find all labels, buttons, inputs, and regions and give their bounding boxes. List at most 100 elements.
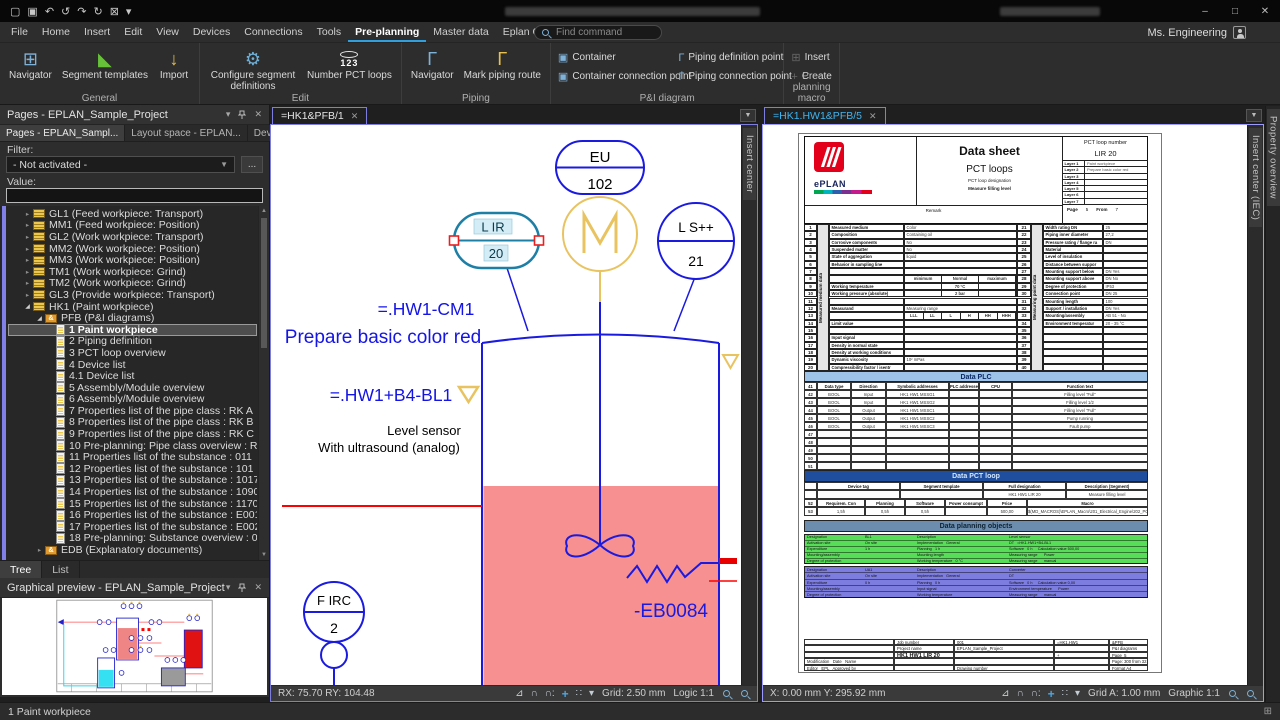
- tree-item[interactable]: 14 Properties list of the substance : 10…: [8, 486, 257, 498]
- ribbon-button-navigator[interactable]: ⊞Navigator: [4, 45, 57, 84]
- tree-item[interactable]: ◢HK1 (Paint workpiece): [8, 301, 257, 313]
- tree-item[interactable]: 7 Properties list of the pipe class : RK…: [8, 405, 257, 417]
- scale-setting[interactable]: Graphic 1:1: [1168, 688, 1220, 699]
- menu-tab-tools[interactable]: Tools: [310, 22, 349, 42]
- motor-symbol[interactable]: [563, 197, 637, 271]
- scale-setting[interactable]: Logic 1:1: [673, 688, 714, 699]
- find-command-search[interactable]: Find command: [534, 25, 662, 40]
- snap-icon[interactable]: ∩: [1016, 689, 1023, 699]
- tab-close-icon[interactable]: ✕: [869, 111, 877, 122]
- tree-item[interactable]: 13 Properties list of the substance : 10…: [8, 475, 257, 487]
- tree-item[interactable]: 15 Properties list of the substance : 11…: [8, 498, 257, 510]
- tree-item[interactable]: ▸MM2 (Work workpiece: Position): [8, 243, 257, 255]
- panel-dropdown-icon[interactable]: ▾: [226, 582, 231, 593]
- tree-item[interactable]: 5 Assembly/Module overview: [8, 382, 257, 394]
- property-overview-tab[interactable]: Property overview: [1267, 109, 1280, 206]
- new-page-icon[interactable]: ▢: [10, 5, 20, 18]
- ribbon-button-piping-definition-point[interactable]: ΓPiping definition point: [675, 50, 779, 67]
- maximize-button[interactable]: □: [1220, 0, 1250, 22]
- grid-setting[interactable]: Grid: 2.50 mm: [602, 688, 665, 699]
- collapsed-arrow-icon[interactable]: ▸: [22, 256, 33, 264]
- tree-item[interactable]: 17 Properties list of the substance : E0…: [8, 521, 257, 533]
- scroll-down-icon[interactable]: ▼: [259, 552, 269, 558]
- layout-grid-icon[interactable]: ⊞: [1264, 706, 1272, 717]
- panel-close-icon[interactable]: ✕: [254, 109, 262, 120]
- minimize-button[interactable]: –: [1190, 0, 1220, 22]
- tree-item[interactable]: 10 Pre-planning: Pipe class overview : R…: [8, 440, 257, 452]
- preview-canvas[interactable]: [2, 598, 267, 695]
- tree-item[interactable]: 6 Assembly/Module overview: [8, 394, 257, 406]
- tree-item[interactable]: 8 Properties list of the pipe class : RK…: [8, 417, 257, 429]
- collapsed-arrow-icon[interactable]: ▸: [22, 233, 33, 241]
- tab-list-dropdown-icon[interactable]: ▼: [1246, 109, 1262, 122]
- tree-item[interactable]: 2 Piping definition: [8, 336, 257, 348]
- filter-more-button[interactable]: ...: [241, 156, 263, 173]
- tree-item[interactable]: 16 Properties list of the substance : E0…: [8, 509, 257, 521]
- tree-item[interactable]: 12 Properties list of the substance : 10…: [8, 463, 257, 475]
- ribbon-button-segment-templates[interactable]: ◣Segment templates: [57, 45, 153, 84]
- tree-item[interactable]: ▸MM1 (Feed workpiece: Position): [8, 220, 257, 232]
- document-tab-pid[interactable]: =HK1&PFB/1 ✕: [272, 107, 367, 124]
- open-page-icon[interactable]: ▣: [27, 5, 37, 18]
- move-base-point-icon[interactable]: +: [562, 688, 569, 700]
- ribbon-button-navigator[interactable]: ΓNavigator: [406, 45, 459, 84]
- tree-item[interactable]: 4 Device list: [8, 359, 257, 371]
- tree-item[interactable]: 18 Pre-planning: Substance overview : 01…: [8, 533, 257, 545]
- scrollbar-thumb[interactable]: [261, 218, 267, 348]
- collapsed-arrow-icon[interactable]: ▸: [22, 291, 33, 299]
- close-button[interactable]: ✕: [1250, 0, 1280, 22]
- undo-history-icon[interactable]: ↺: [61, 5, 70, 18]
- grid-icon[interactable]: ∷: [576, 689, 582, 699]
- redo-icon[interactable]: ↷: [77, 5, 86, 18]
- tree-item[interactable]: 3 PCT loop overview: [8, 347, 257, 359]
- scroll-up-icon[interactable]: ▲: [259, 208, 269, 214]
- tree-item[interactable]: ▸TM2 (Work workpiece: Grind): [8, 278, 257, 290]
- menu-tab-file[interactable]: File: [4, 22, 35, 42]
- dock-tab-layout-space-eplan[interactable]: Layout space - EPLAN...: [125, 125, 248, 141]
- tab-close-icon[interactable]: ✕: [351, 111, 359, 122]
- tree-item[interactable]: ▸&EDB (Explanatory documents): [8, 544, 257, 556]
- pid-canvas[interactable]: -EB0084 EU 102: [271, 125, 741, 685]
- panel-dropdown-icon[interactable]: ▾: [226, 109, 231, 120]
- measure-icon[interactable]: ⊿: [515, 689, 523, 699]
- undo-icon[interactable]: ↶: [45, 5, 54, 18]
- tab-list[interactable]: List: [42, 561, 79, 578]
- tree-item[interactable]: ▸GL3 (Provide workpiece: Transport): [8, 289, 257, 301]
- snap-icon[interactable]: ∩: [530, 689, 537, 699]
- collapsed-arrow-icon[interactable]: ▸: [22, 210, 33, 218]
- insert-center-tab[interactable]: Insert center: [743, 128, 756, 200]
- tree-scrollbar[interactable]: ▲ ▼: [258, 206, 269, 560]
- tree-item[interactable]: ▸MM3 (Work workpiece: Position): [8, 254, 257, 266]
- ls-instrument-symbol[interactable]: L S++ 21: [658, 203, 734, 331]
- menu-tab-home[interactable]: Home: [35, 22, 77, 42]
- user-account[interactable]: Ms. Engineering: [1148, 22, 1247, 43]
- menu-tab-pre-planning[interactable]: Pre-planning: [348, 22, 426, 42]
- ribbon-button-number-pct-loops[interactable]: 123Number PCT loops: [302, 45, 397, 84]
- redo-history-icon[interactable]: ↻: [93, 5, 102, 18]
- expanded-arrow-icon[interactable]: ◢: [34, 315, 45, 322]
- grid-icon[interactable]: ∷: [1062, 689, 1068, 699]
- tree-item[interactable]: 9 Properties list of the pipe class : RK…: [8, 428, 257, 440]
- move-base-point-icon[interactable]: +: [1048, 688, 1055, 700]
- zoom-window-icon[interactable]: [722, 689, 732, 699]
- pin-icon[interactable]: [238, 583, 246, 593]
- document-tab-datasheet[interactable]: =HK1.HW1&PFB/5 ✕: [764, 107, 886, 124]
- grid-setting[interactable]: Grid A: 1.00 mm: [1088, 688, 1160, 699]
- tree-item[interactable]: ▸GL1 (Feed workpiece: Transport): [8, 208, 257, 220]
- tab-list-dropdown-icon[interactable]: ▼: [740, 109, 756, 122]
- menu-tab-connections[interactable]: Connections: [237, 22, 309, 42]
- object-snap-icon[interactable]: ∩:: [545, 689, 555, 699]
- tree-item[interactable]: ▸TM1 (Work workpiece: Grind): [8, 266, 257, 278]
- tab-tree[interactable]: Tree: [0, 561, 42, 578]
- menu-tab-insert[interactable]: Insert: [77, 22, 117, 42]
- ribbon-button-import[interactable]: ↓Import: [153, 45, 195, 84]
- eu-instrument-symbol[interactable]: EU 102: [556, 141, 644, 194]
- selection-handle[interactable]: [535, 236, 544, 245]
- tree-item[interactable]: ◢&PFB (P&I diagrams): [8, 312, 257, 324]
- menu-tab-view[interactable]: View: [149, 22, 186, 42]
- selection-handle[interactable]: [450, 236, 459, 245]
- measure-icon[interactable]: ⊿: [1001, 689, 1009, 699]
- firc-instrument-symbol[interactable]: F IRC 2: [304, 582, 364, 685]
- grid-dropdown-icon[interactable]: ▾: [1075, 689, 1080, 699]
- panel-close-icon[interactable]: ✕: [254, 582, 262, 593]
